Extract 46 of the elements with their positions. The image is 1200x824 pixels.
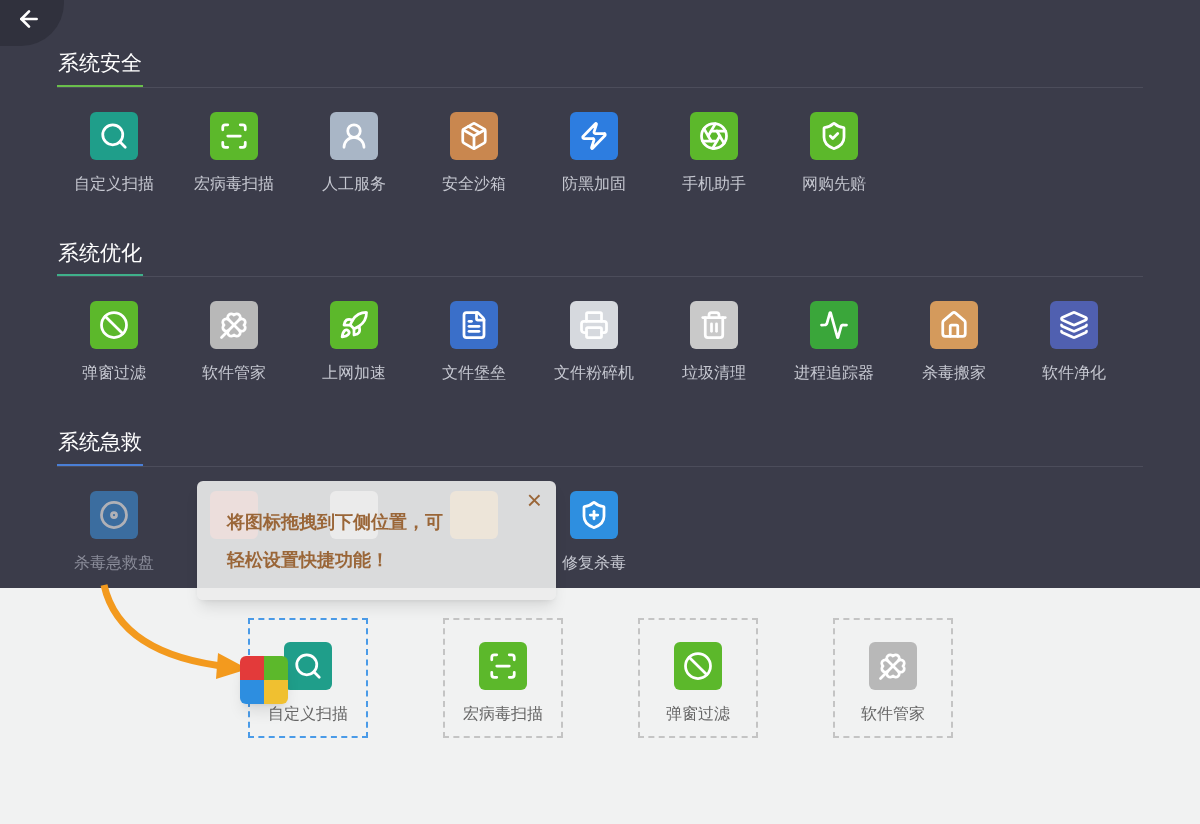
magnifier-icon: [284, 642, 332, 690]
shortcut-slot[interactable]: 宏病毒扫描: [443, 618, 563, 738]
tool-label: 弹窗过滤: [82, 363, 146, 383]
tool-label: 安全沙箱: [442, 173, 506, 194]
trash-icon: [690, 301, 738, 349]
box-icon: [450, 111, 498, 160]
tool-label: 文件粉碎机: [554, 363, 634, 383]
shortcut-slot[interactable]: 弹窗过滤: [638, 618, 758, 738]
pulse-icon: [810, 301, 858, 349]
section-title: 系统优化: [57, 236, 143, 276]
clover-icon: [210, 301, 258, 349]
tool-label: 宏病毒扫描: [194, 173, 274, 194]
tool-label: 杀毒搬家: [922, 363, 986, 383]
scan-icon: [210, 111, 258, 160]
close-button[interactable]: ×: [526, 487, 542, 513]
tool-label: 防黑加固: [562, 173, 626, 194]
shortcut-label: 弹窗过滤: [666, 704, 730, 724]
tool-label: 人工服务: [322, 173, 386, 194]
shortcut-label: 自定义扫描: [268, 704, 348, 724]
tool-label: 上网加速: [322, 363, 386, 383]
shortcut-label: 软件管家: [861, 704, 925, 724]
tool-label: 垃圾清理: [682, 363, 746, 383]
tool-label: 网购先赔: [802, 173, 866, 194]
tool-label: 软件净化: [1042, 363, 1106, 383]
magnifier-icon: [90, 111, 138, 160]
scan-icon: [479, 642, 527, 690]
shortcut-label: 宏病毒扫描: [463, 704, 543, 724]
shortcut-slot[interactable]: 软件管家: [833, 618, 953, 738]
section-title: 系统安全: [57, 47, 143, 87]
tool-label: 修复杀毒: [562, 552, 626, 573]
tool-label: 进程追踪器: [794, 363, 874, 383]
file-icon: [450, 301, 498, 349]
tool-label: 软件管家: [202, 363, 266, 383]
lightning-icon: [570, 111, 618, 160]
shield-icon: [810, 111, 858, 160]
house-icon: [930, 301, 978, 349]
rocket-icon: [330, 301, 378, 349]
dragged-icon: [240, 656, 288, 704]
layers-icon: [1050, 301, 1098, 349]
tooltip-text: 将图标拖拽到下侧位置，可轻松设置快捷功能！: [227, 511, 444, 572]
section-title: 系统急救: [57, 426, 143, 466]
tool-label: 自定义扫描: [74, 173, 154, 194]
tool-label: 手机助手: [682, 173, 746, 194]
tool-label: 文件堡垒: [442, 363, 506, 383]
clover-icon: [869, 642, 917, 690]
tool-label: 杀毒急救盘: [74, 552, 154, 573]
